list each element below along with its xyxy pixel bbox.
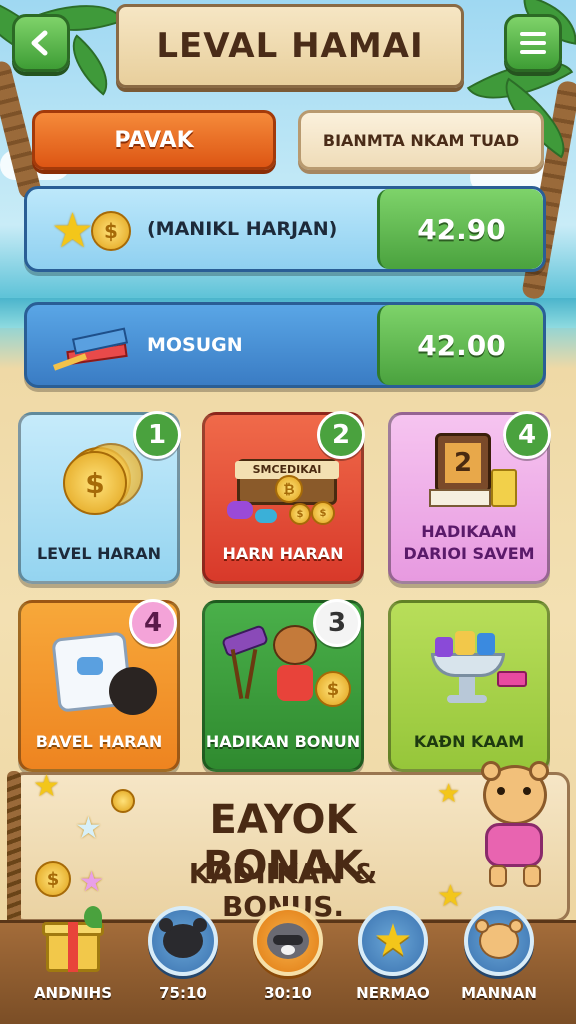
stat-row-manikl-harjan[interactable]: ★ $ (MANIKL HARJAN) 42.90 [24,186,546,272]
dice-and-ball-icon [51,631,161,717]
tile-label: BAVEL HARAN [35,732,163,751]
star-decoration-icon: ★ [33,769,60,804]
back-arrow-icon [31,30,48,56]
nav-75-10[interactable]: 75:10 [140,906,226,1002]
tile-label: HARN HARAN [222,544,344,563]
star-decoration-icon: ★ [437,779,461,809]
nav-andnihs[interactable]: ANDNIHS [30,906,116,1002]
stat-label: MOSUGN [147,334,243,356]
tile-label: LEVEL HARAN [36,544,162,563]
page-title: LEVAL HAMAI [116,4,464,88]
tile-kadn-kaam[interactable]: KAƉN KAAM [388,600,550,772]
nav-label: 30:10 [264,984,312,1002]
tile-hadikan-bonun[interactable]: 3 $ HADIKAN BONUN [202,599,364,772]
nav-label: ANDNIHS [33,984,113,1002]
rope-decoration [7,771,21,927]
tile-label: KAƉN KAAM [413,732,525,751]
stat-row-mosugn[interactable]: MOSUGN 42.00 [24,302,546,388]
tile-harn-haran[interactable]: 2 SMCEDIKAI ₿ $ $ HARN HARAN [202,411,365,584]
nav-nermao[interactable]: ★ NERMAO [350,906,436,1002]
tile-bavel-haran[interactable]: 4 BAVEL HARAN [18,599,180,772]
tile-label: HADIKAN BONUN [205,732,361,751]
book-and-pencils-icon: 2 [425,429,525,519]
treasure-chest-icon: SMCEDIKAI ₿ $ $ [227,445,345,529]
tile-level-haran[interactable]: 1 $ $ LEVEL HARAN [18,411,181,584]
teddy-avatar-icon [464,906,534,976]
stat-value: 42.90 [377,189,543,269]
tile-hadikaan-darioi-savem[interactable]: 4 2 HADIKAAN DARIOI SAVEM [388,411,551,584]
coin-stack-icon: $ $ [61,439,147,515]
nav-label: MANNAN [461,984,537,1002]
menu-button[interactable] [504,14,562,72]
tab-bianmta-nkam-tuad[interactable]: BIANMTA NKAM TUAD [298,110,544,170]
tab-pavak[interactable]: PAVAK [32,110,276,170]
raccoon-avatar-icon [253,906,323,976]
nav-label: NERMAO [356,984,430,1002]
star-icon: ★ [358,906,428,976]
books-icon [52,325,137,373]
hamburger-menu-icon [520,32,546,54]
coin-decoration-icon: $ [35,861,71,897]
stat-value: 42.00 [377,305,543,385]
star-decoration-icon: ★ [79,865,105,898]
tile-label: HADIKAAN DARIOI SAVEM [403,522,535,563]
fruit-bowl-icon [421,619,531,713]
bonus-banner[interactable]: ★ ★ $ ★ EAYOK BONAK KADIIKAN & BONUS. ★ … [7,761,570,927]
raccoon-telescope-icon: $ [219,623,355,713]
stat-label: (MANIKL HARJAN) [147,218,338,240]
coin-decoration-icon [111,789,135,813]
bear-mascot-icon [463,761,559,895]
bear-avatar-icon [148,906,218,976]
nav-mannan[interactable]: MANNAN [456,906,542,1002]
nav-30-10[interactable]: 30:10 [245,906,331,1002]
star-coin-icon: ★ $ [51,203,141,259]
gift-box-icon [38,906,108,976]
star-decoration-icon: ★ [75,811,102,846]
nav-label: 75:10 [159,984,207,1002]
back-button[interactable] [12,14,70,72]
